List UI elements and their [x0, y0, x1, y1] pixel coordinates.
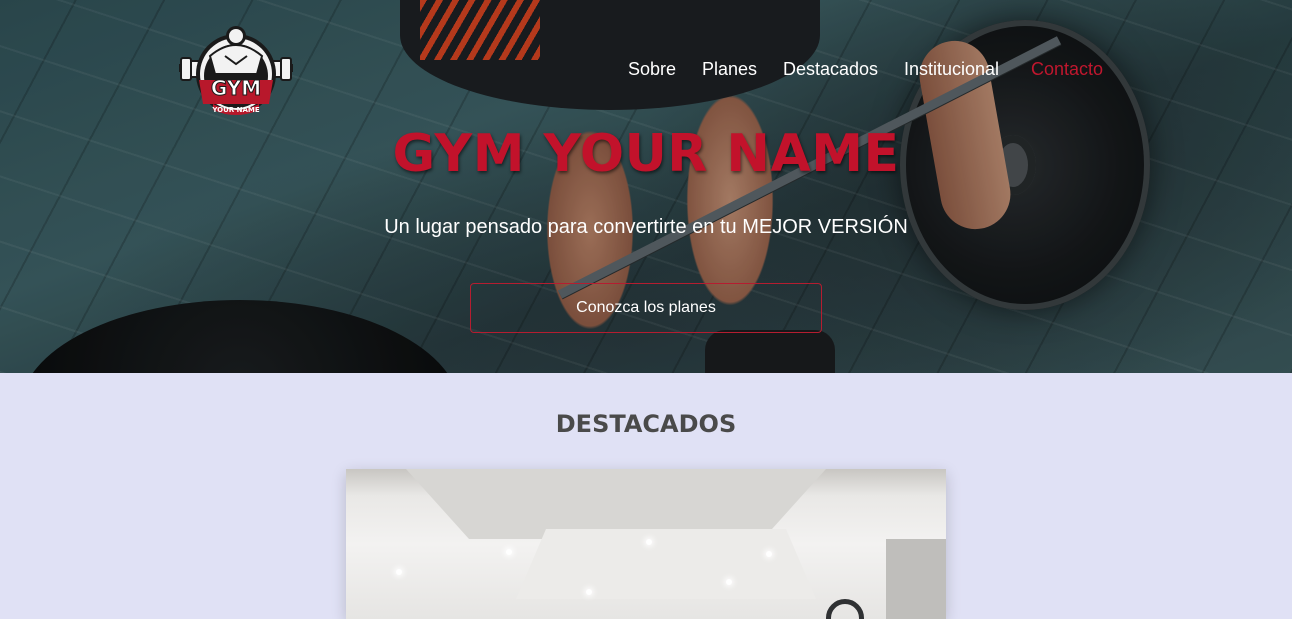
nav-link-institucional[interactable]: Institucional [904, 56, 999, 82]
hero-subtitle: Un lugar pensado para convertirte en tu … [384, 216, 908, 238]
featured-card-image[interactable] [346, 469, 946, 619]
hero-title: GYM YOUR NAME [392, 124, 900, 184]
gym-interior-wall [886, 539, 946, 619]
gym-machine [826, 599, 864, 619]
nav-link-planes[interactable]: Planes [702, 56, 757, 82]
gym-interior-ceiling [406, 469, 826, 539]
gym-logo-subtext: YOUR NAME [211, 106, 260, 114]
featured-section-title: DESTACADOS [555, 410, 737, 438]
nav-link-sobre[interactable]: Sobre [628, 56, 676, 82]
ceiling-light [726, 579, 732, 585]
ceiling-light [506, 549, 512, 555]
view-plans-button[interactable]: Conozca los planes [470, 283, 822, 333]
ceiling-light [766, 551, 772, 557]
ceiling-light [396, 569, 402, 575]
gym-interior-ceiling-inset [516, 529, 816, 599]
nav-link-destacados[interactable]: Destacados [783, 56, 878, 82]
ceiling-light [646, 539, 652, 545]
nav-link-contacto[interactable]: Contacto [1031, 56, 1103, 82]
ceiling-light [586, 589, 592, 595]
hero-banner: GYM YOUR NAME Sobre Planes Destacados In… [0, 0, 1292, 373]
main-nav: Sobre Planes Destacados Institucional Co… [0, 56, 1292, 82]
